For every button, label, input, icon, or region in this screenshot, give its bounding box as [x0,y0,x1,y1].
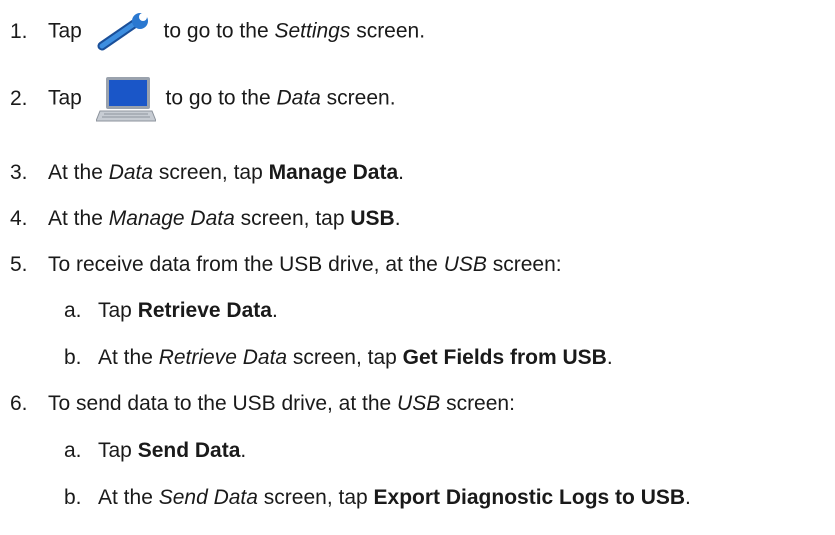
button-name: Export Diagnostic Logs to USB [373,486,686,509]
button-name: Get Fields from USB [402,346,607,369]
step-4: 4. At the Manage Data screen, tap USB. [0,206,401,232]
step-text: Tap [48,19,82,43]
substep-6a: a. Tap Send Data. [64,439,247,462]
step-3: 3. At the Data screen, tap Manage Data. [0,160,404,186]
step-2: 2. Tap to go to the Data screen. [0,75,396,123]
substep-letter: b. [64,486,82,509]
step-number: 1. [10,19,28,43]
button-name: Retrieve Data [137,299,272,322]
screen-name: Data [276,86,321,110]
laptop-icon [94,75,157,123]
wrench-icon [96,12,154,52]
step-number: 5. [10,253,28,276]
screen-name: USB [397,392,441,415]
button-name: USB [350,207,395,230]
step-5: 5. To receive data from the USB drive, at… [0,252,562,278]
step-1: 1. Tap to go to the Settings screen. [0,12,425,52]
step-6: 6. To send data to the USB drive, at the … [0,391,515,417]
step-number: 6. [10,392,28,415]
button-name: Send Data [137,439,241,462]
screen-name: Retrieve Data [158,346,288,369]
step-number: 2. [10,86,28,110]
screen-name: Settings [274,19,351,43]
step-text: Tap [48,86,82,110]
screen-name: Send Data [158,486,258,509]
screen-name: Data [108,161,154,184]
substep-letter: a. [64,439,82,462]
substep-letter: a. [64,299,82,322]
screen-name: USB [443,253,487,276]
screen-name: Manage Data [108,207,235,230]
step-number: 3. [10,161,28,184]
substep-letter: b. [64,346,82,369]
button-name: Manage Data [268,161,399,184]
substep-6b: b. At the Send Data screen, tap Export Di… [64,486,691,509]
substep-5b: b. At the Retrieve Data screen, tap Get F… [64,346,613,369]
substep-5a: a. Tap Retrieve Data. [64,299,278,322]
step-number: 4. [10,207,28,230]
